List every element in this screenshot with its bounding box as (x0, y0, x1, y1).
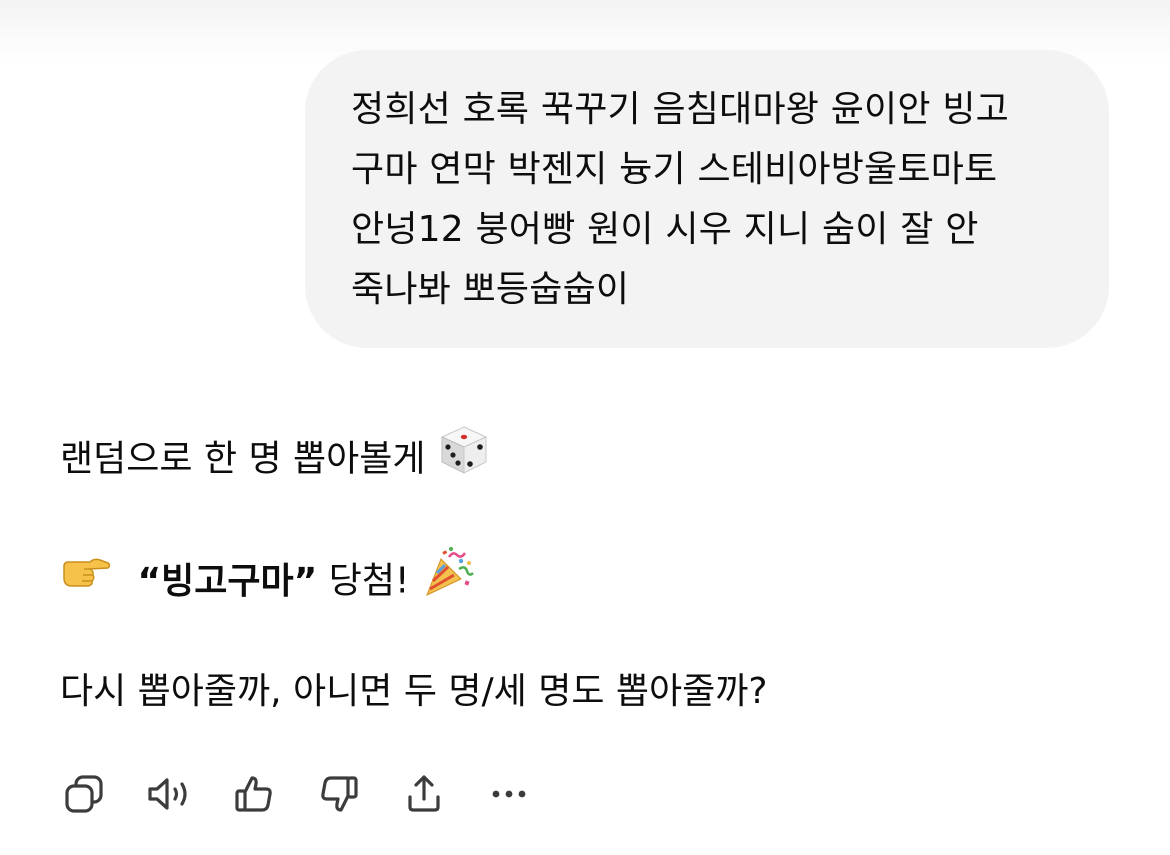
share-icon (408, 775, 440, 812)
copy-icon (65, 775, 103, 813)
thumbs-down-button[interactable] (313, 770, 365, 818)
user-message-line: 구마 연막 박젠지 늉기 스테비아방울토마토 (351, 149, 998, 190)
assistant-reply-line-3: 다시 뽑아줄까, 아니면 두 명/세 명도 뽑아줄까? (60, 668, 768, 716)
thumbs-down-icon (321, 776, 358, 812)
more-icon (492, 790, 526, 798)
more-options-button[interactable] (483, 770, 535, 818)
read-aloud-button[interactable] (143, 770, 195, 818)
game-die-icon (437, 423, 491, 490)
reply-text: 다시 뽑아줄까, 아니면 두 명/세 명도 뽑아줄까? (60, 671, 768, 712)
reply-text: 당첨! (328, 560, 410, 602)
read-aloud-icon (148, 778, 187, 810)
user-message-line: 죽나봐 뽀등숩숩이 (351, 269, 630, 310)
copy-button[interactable] (58, 770, 110, 818)
thumbs-up-button[interactable] (228, 770, 280, 818)
thumbs-up-icon (235, 776, 272, 812)
user-message-bubble: 정희선 호록 꾹꾸기 음침대마왕 윤이안 빙고 구마 연막 박젠지 늉기 스테비… (305, 50, 1109, 348)
share-button[interactable] (398, 770, 450, 818)
winner-name: “빙고구마” (137, 560, 318, 602)
party-popper-icon (421, 545, 475, 612)
user-message-line: 안넝12 붕어빵 원이 시우 지니 숨이 잘 안 (351, 209, 979, 250)
assistant-reply-line-2: “빙고구마” 당첨! (60, 547, 475, 616)
user-message-line: 정희선 호록 꾹꾸기 음침대마왕 윤이안 빙고 (351, 89, 1009, 130)
reply-text: 랜덤으로 한 명 뽑아볼게 (60, 438, 426, 480)
pointing-right-hand-icon (60, 552, 112, 605)
assistant-reply-line-1: 랜덤으로 한 명 뽑아볼게 (60, 426, 491, 494)
message-action-bar (58, 770, 535, 818)
